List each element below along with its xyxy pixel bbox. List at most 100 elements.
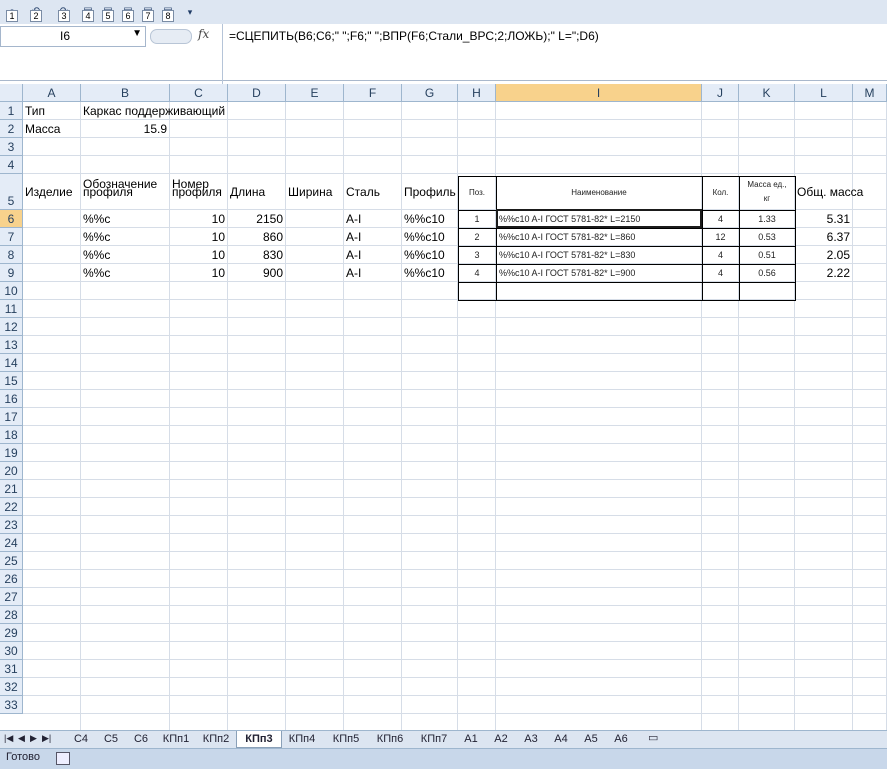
cell-f6[interactable]: A-I	[346, 210, 399, 228]
spec-pos[interactable]: 4	[458, 264, 496, 282]
name-box[interactable]: I6 ▼	[0, 26, 146, 47]
row-header-11[interactable]: 11	[0, 300, 23, 318]
cell-g7[interactable]: %%c10	[404, 228, 455, 246]
cell-g6[interactable]: %%c10	[404, 210, 455, 228]
row-header-14[interactable]: 14	[0, 354, 23, 372]
row-header-33[interactable]: 33	[0, 696, 23, 714]
row-header-17[interactable]: 17	[0, 408, 23, 426]
spec-pos[interactable]: 1	[458, 210, 496, 228]
sheet-tab-10[interactable]: А1	[456, 731, 486, 747]
cell-a1[interactable]: Тип	[25, 102, 78, 120]
column-header-m[interactable]: M	[853, 84, 887, 102]
row-header-29[interactable]: 29	[0, 624, 23, 642]
spec-qty[interactable]: 4	[702, 246, 739, 264]
sheet-tab-2[interactable]: С6	[126, 731, 156, 747]
cell-b8[interactable]: %%c	[83, 246, 167, 264]
row-header-18[interactable]: 18	[0, 426, 23, 444]
cell-l5[interactable]: Общ. масса	[797, 183, 863, 201]
sheet-tab-5[interactable]: КПп3	[236, 731, 282, 748]
row-header-6[interactable]: 6	[0, 210, 23, 228]
tool-icon-5[interactable]: ▤5	[100, 4, 116, 22]
cell-g9[interactable]: %%c10	[404, 264, 455, 282]
undo-icon[interactable]: ↶2	[28, 4, 44, 22]
row-header-22[interactable]: 22	[0, 498, 23, 516]
column-header-l[interactable]: L	[795, 84, 853, 102]
cell-d7[interactable]: 860	[230, 228, 283, 246]
spec-qty[interactable]: 4	[702, 210, 739, 228]
prev-sheet-icon[interactable]: ◀	[18, 733, 25, 744]
cell-a2[interactable]: Масса	[25, 120, 78, 138]
row-header-30[interactable]: 30	[0, 642, 23, 660]
column-header-c[interactable]: C	[170, 84, 228, 102]
sheet-tab-8[interactable]: КПп6	[368, 731, 412, 747]
column-header-b[interactable]: B	[81, 84, 170, 102]
sheet-tab-3[interactable]: КПп1	[156, 731, 196, 747]
cell-f9[interactable]: A-I	[346, 264, 399, 282]
customize-toolbar-icon[interactable]: ▾	[182, 4, 198, 20]
cell-g8[interactable]: %%c10	[404, 246, 455, 264]
cell-a5[interactable]: Изделие	[25, 183, 78, 201]
sheet-tab-6[interactable]: КПп4	[280, 731, 324, 747]
tool-icon-4[interactable]: ▤4	[80, 4, 96, 22]
spec-mass[interactable]: 0.51	[739, 246, 795, 264]
row-header-21[interactable]: 21	[0, 480, 23, 498]
row-header-2[interactable]: 2	[0, 120, 23, 138]
sheet-tab-14[interactable]: А5	[576, 731, 606, 747]
row-header-20[interactable]: 20	[0, 462, 23, 480]
sheet-tab-11[interactable]: А2	[486, 731, 516, 747]
insert-sheet-icon[interactable]: ▭	[648, 731, 658, 744]
next-sheet-icon[interactable]: ▶	[30, 733, 37, 744]
row-header-19[interactable]: 19	[0, 444, 23, 462]
formula-expander[interactable]	[150, 29, 192, 44]
column-header-k[interactable]: K	[739, 84, 795, 102]
select-all-corner[interactable]	[0, 84, 23, 102]
cell-c6[interactable]: 10	[172, 210, 225, 228]
cell-l6[interactable]: 5.31	[797, 210, 850, 228]
cell-f7[interactable]: A-I	[346, 228, 399, 246]
spec-mass[interactable]: 0.53	[739, 228, 795, 246]
cell-g5[interactable]: Профиль	[404, 183, 456, 201]
spec-qty[interactable]: 4	[702, 264, 739, 282]
cell-b5b[interactable]: профиля	[83, 183, 167, 201]
cell-e5[interactable]: Ширина	[288, 183, 341, 201]
row-header-28[interactable]: 28	[0, 606, 23, 624]
sheet-tab-1[interactable]: С5	[96, 731, 126, 747]
row-header-24[interactable]: 24	[0, 534, 23, 552]
save-icon[interactable]: ▪1	[4, 4, 20, 22]
spec-pos[interactable]: 3	[458, 246, 496, 264]
tool-icon-6[interactable]: ▤6	[120, 4, 136, 22]
cell-d6[interactable]: 2150	[230, 210, 283, 228]
cell-d8[interactable]: 830	[230, 246, 283, 264]
row-header-8[interactable]: 8	[0, 246, 23, 264]
row-header-13[interactable]: 13	[0, 336, 23, 354]
cell-d9[interactable]: 900	[230, 264, 283, 282]
column-header-g[interactable]: G	[402, 84, 458, 102]
column-header-i[interactable]: I	[496, 84, 702, 102]
macro-record-icon[interactable]	[56, 752, 70, 765]
row-header-15[interactable]: 15	[0, 372, 23, 390]
cell-c7[interactable]: 10	[172, 228, 225, 246]
cell-b7[interactable]: %%c	[83, 228, 167, 246]
spec-name[interactable]: %%c10 A-I ГОСТ 5781-82* L=830	[499, 246, 635, 264]
column-header-h[interactable]: H	[458, 84, 496, 102]
column-header-e[interactable]: E	[286, 84, 344, 102]
sheet-tab-9[interactable]: КПп7	[412, 731, 456, 747]
row-header-12[interactable]: 12	[0, 318, 23, 336]
sheet-tab-7[interactable]: КПп5	[324, 731, 368, 747]
cell-f5[interactable]: Сталь	[346, 183, 399, 201]
spec-name[interactable]: %%c10 A-I ГОСТ 5781-82* L=860	[499, 228, 635, 246]
row-header-1[interactable]: 1	[0, 102, 23, 120]
sheet-tab-15[interactable]: А6	[606, 731, 636, 747]
column-header-f[interactable]: F	[344, 84, 402, 102]
insert-function-button[interactable]: fx	[198, 27, 209, 41]
cell-b9[interactable]: %%c	[83, 264, 167, 282]
cell-f8[interactable]: A-I	[346, 246, 399, 264]
formula-input[interactable]: =СЦЕПИТЬ(B6;C6;" ";F6;" ";ВПР(F6;Стали_В…	[222, 24, 887, 85]
last-sheet-icon[interactable]: ▶|	[42, 733, 51, 744]
tool-icon-7[interactable]: ▤7	[140, 4, 156, 22]
row-header-32[interactable]: 32	[0, 678, 23, 696]
cell-l8[interactable]: 2.05	[797, 246, 850, 264]
row-header-16[interactable]: 16	[0, 390, 23, 408]
cell-b6[interactable]: %%c	[83, 210, 167, 228]
cell-b1[interactable]: Каркас поддерживающий	[83, 102, 283, 120]
